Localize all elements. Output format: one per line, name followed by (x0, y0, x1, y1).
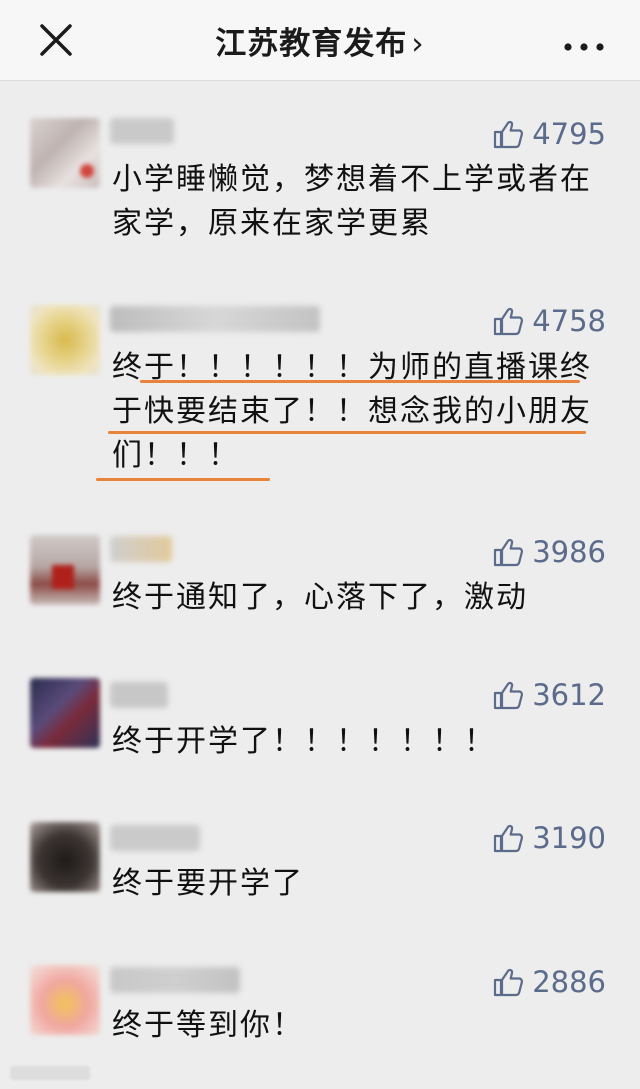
like-count: 3986 (532, 535, 606, 569)
commenter-name (110, 306, 320, 332)
comment-text: 终于等到你！ (112, 1008, 304, 1043)
like-count: 4758 (532, 304, 606, 338)
highlight-underline (140, 380, 580, 383)
like-button[interactable]: 2886 (492, 962, 606, 1002)
chevron-right-icon: › (411, 26, 425, 62)
avatar[interactable] (30, 535, 100, 605)
more-icon (564, 43, 604, 51)
thumbs-up-icon (494, 120, 524, 149)
like-button[interactable]: 3986 (492, 532, 606, 572)
avatar[interactable] (30, 305, 100, 375)
avatar[interactable] (30, 678, 100, 748)
account-title-link[interactable]: 江苏教育发布 › (0, 18, 640, 63)
thumbs-up-icon (494, 307, 524, 336)
commenter-name (110, 118, 174, 144)
like-count: 2886 (532, 965, 606, 999)
like-count: 3612 (532, 678, 606, 712)
account-title: 江苏教育发布 (215, 26, 408, 62)
thumbs-up-icon (494, 824, 524, 853)
watermark (10, 1066, 90, 1080)
avatar[interactable] (30, 822, 100, 892)
more-button[interactable] (562, 36, 606, 51)
thumbs-up-icon (494, 968, 524, 997)
like-button[interactable]: 4758 (492, 301, 606, 341)
comment-text: 小学睡懒觉，梦想着不上学或者在家学，原来在家学更累 (112, 162, 592, 241)
like-count: 4795 (532, 117, 606, 151)
commenter-name (110, 536, 172, 562)
avatar[interactable] (30, 965, 100, 1035)
thumbs-up-icon (494, 681, 524, 710)
commenter-name (110, 682, 168, 708)
comment-text: 终于要开学了 (112, 866, 304, 901)
comment-text: 终于！！！！！！为师的直播课终于快要结束了！！想念我的小朋友们！！！ (112, 350, 592, 473)
comment-text: 终于通知了，心落下了，激动 (112, 580, 528, 615)
commenter-name (110, 967, 240, 993)
highlight-underline (96, 478, 270, 481)
commenter-name (110, 825, 200, 851)
like-count: 3190 (532, 821, 606, 855)
like-button[interactable]: 4795 (492, 114, 606, 154)
top-bar: 江苏教育发布 › (0, 0, 640, 81)
thumbs-up-icon (494, 538, 524, 567)
highlight-underline (108, 431, 586, 434)
avatar[interactable] (30, 118, 100, 188)
like-button[interactable]: 3612 (492, 675, 606, 715)
comment-text: 终于开学了！！！！！！！ (112, 724, 496, 759)
like-button[interactable]: 3190 (492, 818, 606, 858)
